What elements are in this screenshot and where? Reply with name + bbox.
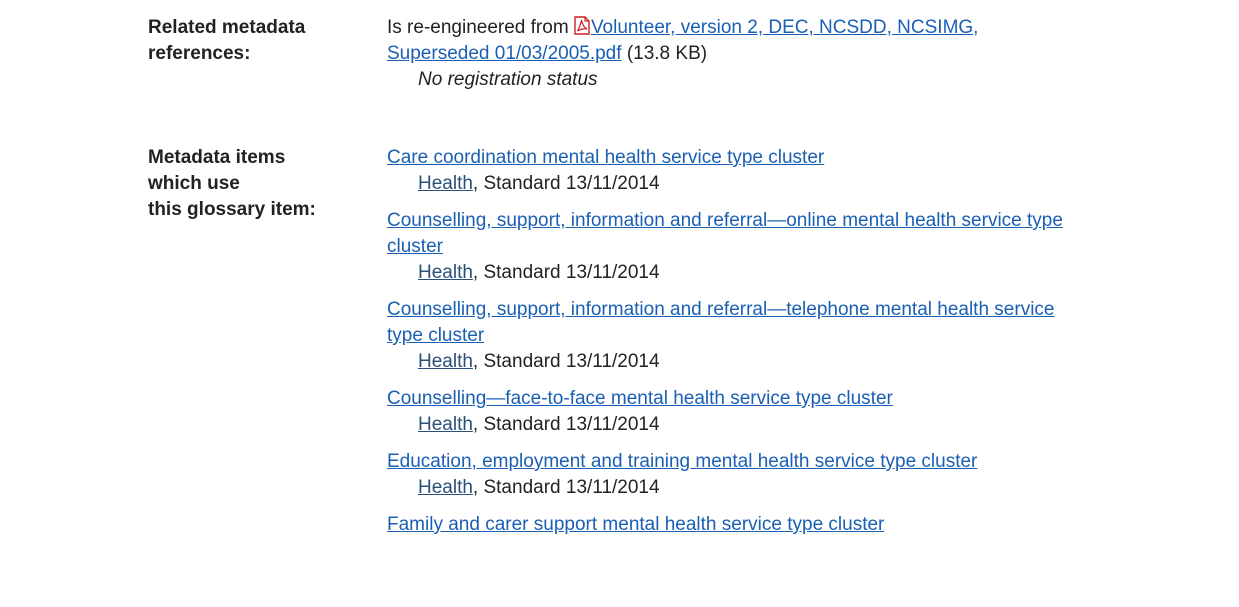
item-status: Health, Standard 13/11/2014 bbox=[387, 260, 1239, 286]
list-item: Family and carer support mental health s… bbox=[387, 512, 1239, 538]
pdf-link[interactable]: Volunteer, version 2, DEC, NCSDD, NCSIMG… bbox=[591, 17, 979, 38]
list-item: Education, employment and training menta… bbox=[387, 449, 1239, 501]
related-references-label-line2: references: bbox=[148, 43, 251, 64]
status-text: , Standard 13/11/2014 bbox=[472, 351, 660, 372]
org-link[interactable]: Health bbox=[418, 351, 473, 372]
item-status: Health, Standard 13/11/2014 bbox=[387, 349, 1239, 375]
org-link[interactable]: Health bbox=[418, 414, 473, 435]
item-link[interactable]: Counselling—face-to-face mental health s… bbox=[387, 388, 893, 409]
status-text: , Standard 13/11/2014 bbox=[472, 414, 660, 435]
org-link[interactable]: Health bbox=[418, 477, 473, 498]
status-text: , Standard 13/11/2014 bbox=[472, 173, 660, 194]
list-item: Counselling—face-to-face mental health s… bbox=[387, 386, 1239, 438]
related-references-value: Is re-engineered from Volunteer, version… bbox=[387, 15, 1239, 93]
org-link[interactable]: Health bbox=[418, 262, 473, 283]
pdf-icon bbox=[574, 16, 590, 35]
usage-label: Metadata items which use this glossary i… bbox=[148, 145, 328, 223]
item-status: Health, Standard 13/11/2014 bbox=[387, 475, 1239, 501]
usage-label-line1: Metadata items which use bbox=[148, 147, 286, 194]
list-item: Counselling, support, information and re… bbox=[387, 297, 1239, 375]
org-link[interactable]: Health bbox=[418, 173, 473, 194]
related-prefix: Is re-engineered from bbox=[387, 17, 569, 38]
item-link[interactable]: Care coordination mental health service … bbox=[387, 147, 824, 168]
pdf-file-size: (13.8 KB) bbox=[626, 43, 708, 64]
usage-label-line2: this glossary item: bbox=[148, 199, 316, 220]
item-link[interactable]: Counselling, support, information and re… bbox=[387, 210, 1063, 231]
related-references-label: Related metadata references: bbox=[148, 15, 328, 67]
list-item: Counselling, support, information and re… bbox=[387, 208, 1239, 286]
usage-list: Care coordination mental health service … bbox=[387, 145, 1239, 549]
list-item: Care coordination mental health service … bbox=[387, 145, 1239, 197]
item-link-continued[interactable]: type cluster bbox=[387, 325, 484, 346]
item-link[interactable]: Family and carer support mental health s… bbox=[387, 514, 884, 535]
related-references-label-line1: Related metadata bbox=[148, 17, 306, 38]
status-text: , Standard 13/11/2014 bbox=[472, 477, 660, 498]
registration-status: No registration status bbox=[418, 69, 598, 90]
item-status: Health, Standard 13/11/2014 bbox=[387, 171, 1239, 197]
item-status: Health, Standard 13/11/2014 bbox=[387, 412, 1239, 438]
status-text: , Standard 13/11/2014 bbox=[472, 262, 660, 283]
item-link[interactable]: Education, employment and training menta… bbox=[387, 451, 977, 472]
item-link[interactable]: Counselling, support, information and re… bbox=[387, 299, 1055, 320]
pdf-link-continued[interactable]: Superseded 01/03/2005.pdf bbox=[387, 43, 622, 64]
item-link-continued[interactable]: cluster bbox=[387, 236, 443, 257]
